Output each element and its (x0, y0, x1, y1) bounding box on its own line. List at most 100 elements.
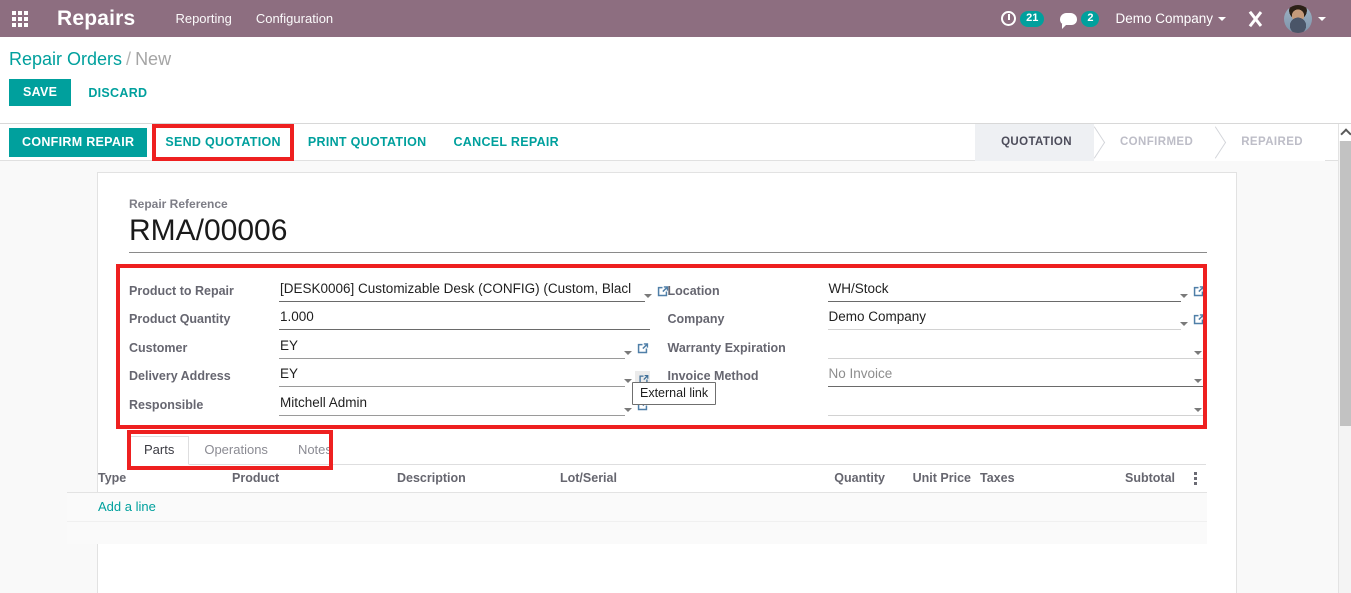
external-link-icon[interactable] (655, 284, 670, 299)
external-link-icon[interactable] (1191, 312, 1206, 327)
chevron-down-icon[interactable] (1180, 322, 1188, 326)
label-warranty-expiration: Warranty Expiration (667, 340, 786, 355)
chevron-down-icon[interactable] (623, 379, 632, 383)
label-customer: Customer (129, 340, 188, 355)
column-header-quantity[interactable]: Quantity (750, 471, 885, 485)
column-header-lot-serial[interactable]: Lot/Serial (560, 471, 750, 485)
user-menu[interactable] (1284, 4, 1326, 33)
avatar (1284, 4, 1312, 33)
field-row-responsible: Responsible Mitchell Admin (129, 389, 650, 418)
developer-tools-menu[interactable] (1242, 10, 1268, 28)
external-link-icon[interactable] (1191, 284, 1206, 299)
chevron-down-icon (1218, 16, 1226, 21)
top-navbar: Repairs Reporting Configuration 21 2 Dem… (0, 0, 1351, 37)
add-a-line-link[interactable]: Add a line (98, 499, 156, 514)
chevron-down-icon[interactable] (1194, 350, 1202, 355)
external-link-tooltip: External link (632, 382, 717, 405)
input-warranty-expiration[interactable] (827, 339, 1206, 359)
input-extra[interactable] (827, 396, 1206, 416)
breadcrumb-repair-orders[interactable]: Repair Orders (9, 49, 122, 69)
breadcrumb-current: New (135, 49, 172, 69)
chevron-down-icon[interactable] (1180, 293, 1188, 298)
messaging-menu[interactable]: 2 (1060, 10, 1100, 29)
scrollbar-thumb[interactable] (1340, 141, 1351, 426)
field-row-delivery-address: Delivery Address EY (129, 361, 650, 390)
chevron-down-icon[interactable] (623, 407, 632, 412)
add-line-row[interactable]: Add a line (67, 492, 1207, 522)
tab-parts[interactable]: Parts (129, 435, 190, 465)
chevron-down-icon[interactable] (623, 350, 632, 355)
messaging-counter: 2 (1081, 10, 1100, 27)
state-confirmed[interactable]: CONFIRMED (1093, 123, 1216, 161)
repair-reference-input[interactable]: RMA/00006 (129, 212, 1207, 253)
workflow-buttons: CONFIRM REPAIR SEND QUOTATION PRINT QUOT… (0, 123, 568, 161)
column-header-description[interactable]: Description (397, 471, 560, 485)
label-responsible: Responsible (129, 397, 204, 412)
activity-counter: 21 (1020, 10, 1045, 27)
field-row-company: Company Demo Company (668, 304, 1207, 333)
breadcrumb-separator: / (126, 49, 132, 69)
record-edit-actions: SAVE DISCARD (0, 70, 1351, 106)
field-row-product-to-repair: Product to Repair [DESK0006] Customizabl… (129, 275, 669, 304)
field-row-extra (668, 389, 1206, 418)
tab-notes[interactable]: Notes (283, 436, 347, 465)
column-header-taxes[interactable]: Taxes (971, 471, 1111, 485)
column-header-subtotal[interactable]: Subtotal (1111, 471, 1183, 485)
activity-menu[interactable]: 21 (1001, 10, 1045, 27)
apps-grid-icon (12, 10, 28, 27)
menu-configuration[interactable]: Configuration (256, 11, 333, 26)
label-company: Company (667, 312, 725, 326)
activity-clock-icon (1001, 11, 1017, 26)
app-brand-title[interactable]: Repairs (57, 7, 135, 31)
input-invoice-method[interactable]: No Invoice (827, 365, 1206, 387)
state-repaired[interactable]: REPAIRED (1215, 123, 1325, 161)
label-location: Location (667, 283, 720, 298)
vertical-scrollbar[interactable] (1338, 124, 1351, 593)
column-header-product[interactable]: Product (232, 471, 397, 485)
menu-reporting[interactable]: Reporting (175, 11, 231, 26)
chevron-up-icon[interactable] (1340, 126, 1351, 139)
input-responsible[interactable]: Mitchell Admin (279, 394, 625, 416)
label-delivery-address: Delivery Address (129, 369, 231, 383)
parts-table-empty-area (67, 521, 1207, 544)
input-product-to-repair[interactable]: [DESK0006] Customizable Desk (CONFIG) (C… (279, 280, 646, 302)
input-location[interactable]: WH/Stock (827, 280, 1181, 302)
state-statusbar: QUOTATION CONFIRMED REPAIRED (975, 123, 1338, 161)
form-background: Repair Reference RMA/00006 Product to Re… (0, 161, 1338, 593)
main-field-group: Product to Repair [DESK0006] Customizabl… (116, 264, 1207, 429)
chevron-down-icon[interactable] (644, 293, 653, 298)
send-quotation-button[interactable]: SEND QUOTATION (152, 123, 294, 161)
print-quotation-button[interactable]: PRINT QUOTATION (299, 128, 436, 157)
field-row-invoice-method: Invoice Method No Invoice (668, 361, 1206, 390)
company-name-label: Demo Company (1115, 11, 1213, 26)
chevron-down-icon[interactable] (1194, 379, 1202, 383)
column-header-unit-price[interactable]: Unit Price (885, 471, 971, 485)
discard-button[interactable]: DISCARD (88, 86, 147, 100)
save-button[interactable]: SAVE (9, 79, 72, 106)
cancel-repair-button[interactable]: CANCEL REPAIR (444, 128, 568, 157)
column-header-type[interactable]: Type (98, 471, 232, 485)
input-customer[interactable]: EY (279, 337, 625, 359)
input-company[interactable]: Demo Company (827, 308, 1181, 330)
parts-table: Type Product Description Lot/Serial Quan… (67, 465, 1207, 544)
apps-menu-toggle[interactable] (0, 0, 40, 37)
chevron-down-icon (1318, 16, 1326, 21)
field-row-product-quantity: Product Quantity 1.000 (129, 304, 650, 333)
notebook-tabs: Parts Operations Notes (129, 435, 1206, 465)
vertical-dots-icon (1193, 471, 1197, 485)
field-column-right: Location WH/Stock Company Demo Company W… (667, 275, 1207, 418)
chevron-down-icon[interactable] (1194, 407, 1202, 412)
state-quotation[interactable]: QUOTATION (975, 123, 1094, 161)
company-switcher[interactable]: Demo Company (1115, 11, 1226, 26)
field-row-location: Location WH/Stock (668, 275, 1207, 304)
field-row-warranty-expiration: Warranty Expiration (667, 332, 1206, 361)
tab-operations[interactable]: Operations (189, 436, 283, 465)
input-delivery-address[interactable]: EY (279, 365, 625, 387)
confirm-repair-button[interactable]: CONFIRM REPAIR (9, 127, 148, 157)
optional-columns-toggle[interactable] (1183, 471, 1207, 485)
input-product-quantity[interactable]: 1.000 (279, 308, 650, 330)
form-sheet: Repair Reference RMA/00006 Product to Re… (67, 172, 1237, 593)
label-product-quantity: Product Quantity (129, 312, 231, 326)
label-product-to-repair: Product to Repair (129, 283, 234, 298)
external-link-icon[interactable] (635, 341, 650, 356)
